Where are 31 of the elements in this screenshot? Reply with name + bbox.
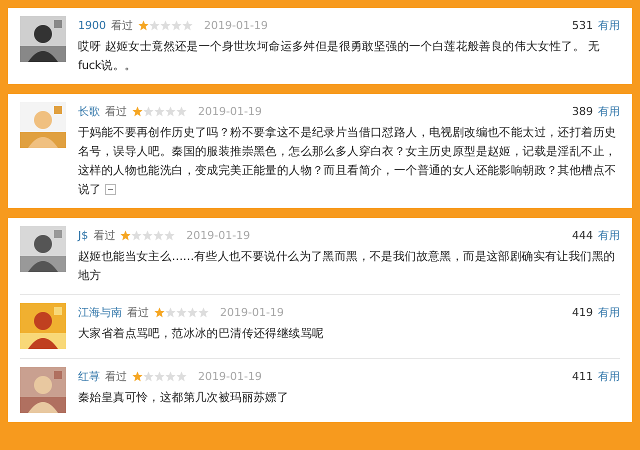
review-date: 2019-01-19 xyxy=(204,18,268,32)
vote-count: 389 xyxy=(572,104,593,118)
watch-status: 看过 xyxy=(127,304,149,320)
vote-count: 531 xyxy=(572,18,593,32)
user-name[interactable]: 江海与南 xyxy=(78,304,122,320)
vote-count: 444 xyxy=(572,228,593,242)
review-text: 哎呀 赵姬女士竟然还是一个身世坎坷命运多舛但是很勇敢坚强的一个白莲花般善良的伟大女性了。 无fuck说。。 xyxy=(78,38,601,74)
watch-status: 看过 xyxy=(93,228,116,242)
useful-link[interactable]: 有用 xyxy=(598,104,620,118)
watch-status: 看过 xyxy=(105,368,127,384)
review-date: 2019-01-19 xyxy=(198,104,262,118)
user-name[interactable]: 长歌 xyxy=(78,104,100,118)
review-text: 于妈能不要再创作历史了吗？粉不要拿这不是纪录片当借口怼路人，电视剧改编也不能太过，还打着历史名号，误导人吧。秦国的服装推崇黑色，怎么那么多人穿白衣？女主历史原型是赵姬，记载是淫乱不止，这样的人物也能洗白，变成完美正能量的人物？而且看简介，一个普通的女人还能影响朝政？其他槽点不说了 xyxy=(78,124,618,198)
user-name[interactable]: 1900 xyxy=(78,18,106,32)
user-name[interactable]: 红荨 xyxy=(78,368,100,384)
useful-link[interactable]: 有用 xyxy=(598,228,620,242)
review-text: 赵姬也能当女主么……有些人也不要说什么为了黑而黑，不是我们故意黑，而是这部剧确实有让我们黑的地方 xyxy=(78,248,616,284)
useful-link[interactable]: 有用 xyxy=(598,368,620,384)
watch-status: 看过 xyxy=(105,104,127,118)
watch-status: 看过 xyxy=(111,18,133,32)
review-text: 大家省着点骂吧，范冰冰的巴清传还得继续骂呢 xyxy=(78,325,325,342)
user-name[interactable]: J$ xyxy=(78,228,88,242)
review-date: 2019-01-19 xyxy=(186,228,250,242)
review-text: 秦始皇真可怜，这都第几次被玛丽苏嫖了 xyxy=(78,389,290,406)
vote-count: 419 xyxy=(572,306,593,318)
review-date: 2019-01-19 xyxy=(220,306,284,318)
review-date: 2019-01-19 xyxy=(198,370,262,382)
useful-link[interactable]: 有用 xyxy=(598,304,620,320)
useful-link[interactable]: 有用 xyxy=(598,18,620,32)
expand-icon[interactable] xyxy=(105,184,116,196)
vote-count: 411 xyxy=(572,370,593,382)
